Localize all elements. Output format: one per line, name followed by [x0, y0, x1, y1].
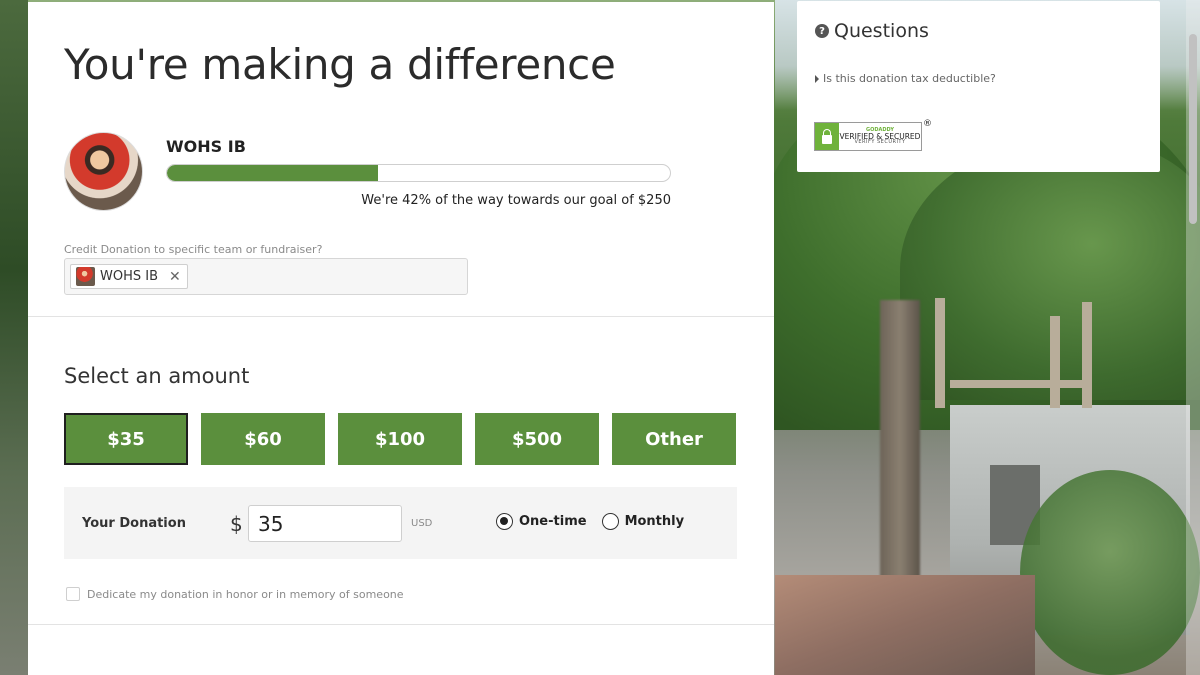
faq-link-tax-deductible[interactable]: Is this donation tax deductible?: [815, 72, 996, 85]
donation-row: Your Donation $ USD One-time Monthly: [64, 487, 737, 559]
team-chip-avatar: [76, 267, 95, 286]
badge-text: GODADDY VERIFIED & SECURED VERIFY SECURI…: [839, 127, 921, 146]
amount-options: $35 $60 $100 $500 Other: [64, 413, 736, 465]
faq-link-text: Is this donation tax deductible?: [823, 72, 996, 85]
background-tree: [1020, 470, 1200, 675]
team-name: WOHS IB: [166, 137, 246, 156]
dedicate-checkbox[interactable]: [66, 587, 80, 601]
radio-monthly[interactable]: Monthly: [601, 513, 685, 530]
progress-bar: [166, 164, 671, 182]
questions-title-text: Questions: [834, 20, 929, 42]
close-icon[interactable]: ✕: [169, 270, 181, 284]
donation-amount-input[interactable]: [248, 505, 402, 542]
radio-monthly-label: Monthly: [624, 514, 685, 529]
radio-circle[interactable]: [601, 513, 619, 530]
lock-icon: [815, 123, 839, 150]
team-chip: WOHS IB ✕: [70, 264, 188, 289]
your-donation-label: Your Donation: [82, 516, 186, 531]
radio-circle[interactable]: [496, 513, 513, 530]
amount-button-60[interactable]: $60: [201, 413, 325, 465]
credit-team-field[interactable]: WOHS IB ✕: [64, 258, 468, 295]
team-chip-label: WOHS IB: [100, 269, 158, 284]
questions-title: ? Questions: [815, 20, 929, 42]
registered-mark: ®: [923, 119, 932, 129]
godaddy-security-badge[interactable]: GODADDY VERIFIED & SECURED VERIFY SECURI…: [814, 122, 922, 151]
amount-button-other[interactable]: Other: [612, 413, 736, 465]
questions-card: ? Questions Is this donation tax deducti…: [797, 1, 1160, 172]
frequency-options: One-time Monthly: [496, 513, 684, 530]
background-beam: [935, 298, 945, 408]
currency-symbol: $: [230, 512, 243, 536]
radio-one-time[interactable]: One-time: [496, 513, 587, 530]
page-title: You're making a difference: [64, 40, 616, 89]
dedicate-option[interactable]: Dedicate my donation in honor or in memo…: [66, 587, 404, 601]
background-beam: [1050, 316, 1060, 408]
badge-line3: VERIFY SECURITY: [854, 139, 906, 146]
progress-bar-fill: [167, 165, 379, 181]
section-divider: [28, 316, 774, 317]
select-amount-title: Select an amount: [64, 364, 250, 388]
progress-text: We're 42% of the way towards our goal of…: [361, 193, 671, 208]
donation-card: You're making a difference WOHS IB We're…: [28, 2, 774, 675]
page-scrollbar[interactable]: [1186, 0, 1200, 675]
question-icon: ?: [815, 24, 829, 38]
amount-button-100[interactable]: $100: [338, 413, 462, 465]
background-beam: [1082, 302, 1092, 408]
background-left-strip: [0, 0, 28, 675]
caret-right-icon: [815, 74, 819, 83]
scrollbar-thumb[interactable]: [1189, 34, 1197, 224]
amount-button-35[interactable]: $35: [64, 413, 188, 465]
currency-code: USD: [411, 518, 433, 529]
credit-donation-label: Credit Donation to specific team or fund…: [64, 243, 323, 256]
amount-button-500[interactable]: $500: [475, 413, 599, 465]
radio-one-time-label: One-time: [519, 514, 587, 529]
team-avatar: [64, 132, 143, 211]
dedicate-label: Dedicate my donation in honor or in memo…: [87, 587, 404, 601]
background-roof: [775, 575, 1035, 675]
section-divider: [28, 624, 774, 625]
background-beam: [950, 380, 1090, 388]
